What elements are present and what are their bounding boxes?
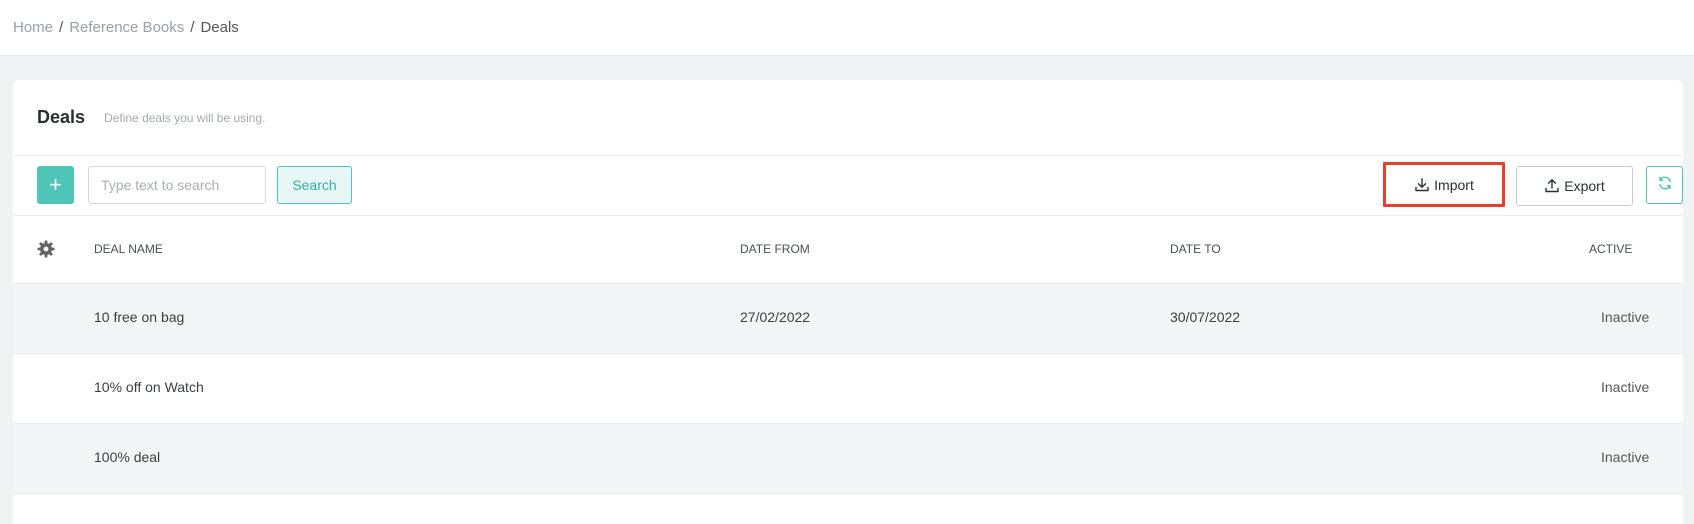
- active-status-cell: Inactive: [1601, 449, 1650, 465]
- column-header-date-from[interactable]: DATE FROM: [740, 242, 810, 256]
- breadcrumb-home[interactable]: Home: [13, 19, 53, 36]
- plus-icon: +: [49, 172, 62, 197]
- export-label: Export: [1564, 178, 1605, 194]
- breadcrumb-separator: /: [190, 19, 195, 36]
- active-status-cell: Inactive: [1601, 379, 1650, 395]
- deals-card: Deals Define deals you will be using. + …: [13, 80, 1683, 524]
- table-header: DEAL NAME DATE FROM DATE TO ACTIVE: [13, 216, 1683, 284]
- breadcrumb-current: Deals: [200, 19, 239, 36]
- table-row[interactable]: 10% off on Watch Inactive: [13, 354, 1683, 424]
- breadcrumb-separator: /: [59, 19, 64, 36]
- add-deal-button[interactable]: +: [37, 166, 74, 204]
- gear-icon[interactable]: [37, 240, 55, 261]
- refresh-icon: [1657, 175, 1673, 196]
- search-button[interactable]: Search: [277, 166, 352, 204]
- import-button[interactable]: Import: [1383, 162, 1505, 207]
- export-button[interactable]: Export: [1516, 166, 1633, 206]
- search-input[interactable]: [88, 166, 266, 204]
- breadcrumb: Home / Reference Books / Deals: [0, 0, 1694, 56]
- date-to-cell: 30/07/2022: [1170, 309, 1241, 325]
- table-row[interactable]: 100% deal Inactive: [13, 424, 1683, 494]
- column-header-deal-name[interactable]: DEAL NAME: [94, 242, 163, 256]
- page-title: Deals: [37, 107, 86, 127]
- toolbar: + Search Import Export: [13, 156, 1683, 216]
- download-icon: [1414, 177, 1430, 193]
- card-header: Deals Define deals you will be using.: [13, 80, 1683, 156]
- deal-name-cell: 100% deal: [94, 449, 161, 465]
- page-subtitle: Define deals you will be using.: [104, 110, 266, 125]
- active-status-cell: Inactive: [1601, 309, 1650, 325]
- column-header-date-to[interactable]: DATE TO: [1170, 242, 1221, 256]
- date-from-cell: 27/02/2022: [740, 309, 811, 325]
- upload-icon: [1544, 178, 1560, 194]
- deal-name-cell: 10% off on Watch: [94, 379, 204, 395]
- deal-name-cell: 10 free on bag: [94, 309, 185, 325]
- table-row[interactable]: 10 free on bag 27/02/2022 30/07/2022 Ina…: [13, 284, 1683, 354]
- import-label: Import: [1434, 176, 1474, 193]
- breadcrumb-reference-books[interactable]: Reference Books: [69, 19, 184, 36]
- refresh-button[interactable]: [1646, 166, 1683, 204]
- column-header-active[interactable]: ACTIVE: [1589, 242, 1632, 256]
